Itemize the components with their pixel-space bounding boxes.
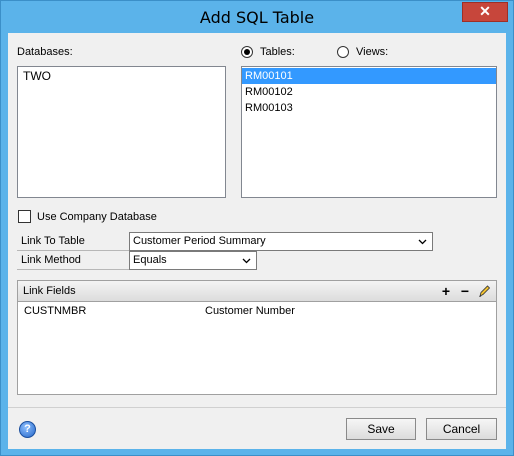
close-icon: ✕: [479, 3, 491, 19]
link-fields-title: Link Fields: [23, 285, 76, 297]
views-radio[interactable]: [337, 46, 349, 58]
cancel-button[interactable]: Cancel: [426, 418, 497, 440]
dialog-window: Add SQL Table ✕ Databases: TWO Tables: V…: [0, 0, 514, 456]
dialog-footer: ? Save Cancel: [8, 408, 506, 449]
add-icon[interactable]: +: [438, 283, 454, 299]
table-row[interactable]: CUSTNMBR Customer Number: [18, 305, 496, 321]
databases-label: Databases:: [17, 46, 73, 58]
databases-list[interactable]: TWO: [17, 66, 226, 198]
chevron-down-icon: [242, 258, 251, 264]
close-button[interactable]: ✕: [462, 2, 508, 22]
help-icon[interactable]: ?: [19, 421, 36, 438]
save-button[interactable]: Save: [346, 418, 416, 440]
remove-icon[interactable]: −: [457, 283, 473, 299]
chevron-down-icon: [418, 239, 427, 245]
link-to-table-label: Link To Table: [17, 232, 129, 251]
use-company-database-checkbox[interactable]: [18, 210, 31, 223]
link-to-table-select[interactable]: Customer Period Summary: [129, 232, 433, 251]
link-field-name: CUSTNMBR: [24, 305, 87, 317]
link-fields-grid: Link Fields + − CUSTNMBR Customer Number: [17, 280, 497, 395]
link-field-description: Customer Number: [205, 305, 295, 317]
tables-list[interactable]: RM00101 RM00102 RM00103: [241, 66, 497, 198]
link-method-label: Link Method: [17, 251, 129, 270]
tables-radio[interactable]: [241, 46, 253, 58]
link-fields-header: Link Fields + −: [18, 281, 496, 302]
tables-radio-label: Tables:: [260, 46, 295, 58]
link-method-select[interactable]: Equals: [129, 251, 257, 270]
views-radio-label: Views:: [356, 46, 389, 58]
list-item-table[interactable]: RM00102: [242, 84, 496, 100]
dialog-body: Databases: TWO Tables: Views: RM00101 RM…: [8, 33, 506, 449]
link-method-value: Equals: [133, 254, 167, 266]
list-item-table[interactable]: RM00103: [242, 100, 496, 116]
pencil-icon[interactable]: [476, 283, 492, 299]
title-bar[interactable]: Add SQL Table ✕: [1, 1, 513, 33]
list-item-table[interactable]: RM00101: [242, 68, 496, 84]
link-to-table-value: Customer Period Summary: [133, 235, 266, 247]
list-item-database[interactable]: TWO: [18, 68, 225, 84]
window-title: Add SQL Table: [199, 8, 315, 27]
use-company-database-label: Use Company Database: [37, 211, 157, 223]
